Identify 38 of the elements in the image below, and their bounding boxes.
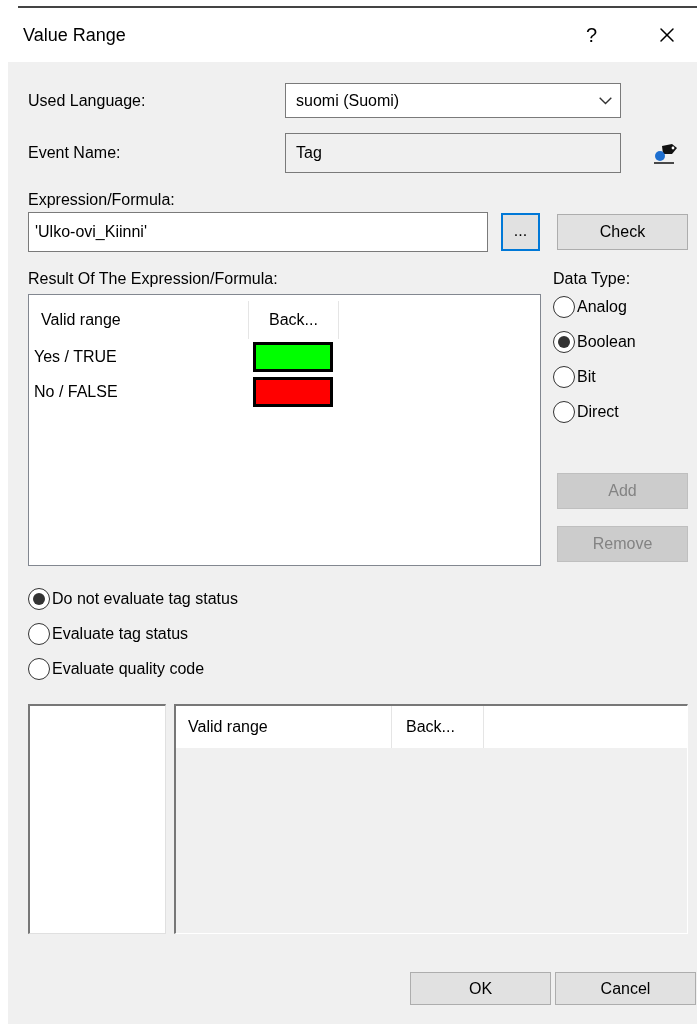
- radio-button[interactable]: [553, 295, 575, 318]
- column-header[interactable]: Back...: [392, 706, 484, 748]
- radio-label[interactable]: Direct: [577, 399, 619, 424]
- table-cell-text: Yes / TRUE: [33, 346, 118, 367]
- column-header[interactable]: Back...: [249, 301, 339, 339]
- field-label: Event Name:: [28, 143, 122, 163]
- window-title: Value Range: [23, 23, 126, 47]
- item-list[interactable]: [28, 704, 166, 934]
- cancel-button[interactable]: Cancel: [555, 972, 696, 1005]
- radio-label[interactable]: Evaluate tag status: [52, 621, 189, 646]
- table-cell-text: No / FALSE: [33, 381, 119, 402]
- radio-button[interactable]: [553, 400, 575, 423]
- column-header[interactable]: Valid range: [176, 706, 392, 748]
- result-list[interactable]: Valid range Back... Yes / TRUE No / FALSE: [28, 294, 541, 566]
- help-button[interactable]: ?: [585, 20, 597, 50]
- radio-label[interactable]: Boolean: [577, 329, 636, 354]
- language-dropdown[interactable]: suomi (Suomi): [285, 83, 621, 118]
- status-table[interactable]: Valid range Back...: [174, 704, 688, 934]
- ok-button[interactable]: OK: [410, 972, 551, 1005]
- radio-button[interactable]: [28, 657, 50, 680]
- chevron-down-icon: [599, 96, 612, 105]
- radio-button[interactable]: [553, 365, 575, 388]
- browse-button[interactable]: ...: [501, 213, 540, 251]
- field-label: Expression/Formula:: [28, 190, 176, 210]
- expression-field[interactable]: 'Ulko-ovi_Kiinni': [28, 212, 488, 252]
- radio-button[interactable]: [28, 622, 50, 645]
- section-label: Data Type:: [553, 269, 632, 289]
- field-label: Used Language:: [28, 90, 147, 111]
- tag-icon: [652, 142, 678, 164]
- check-button[interactable]: Check: [557, 214, 688, 250]
- radio-button[interactable]: [28, 587, 50, 610]
- column-header[interactable]: Valid range: [29, 301, 249, 339]
- radio-button[interactable]: [553, 330, 575, 353]
- radio-label[interactable]: Bit: [577, 364, 596, 389]
- radio-label[interactable]: Do not evaluate tag status: [52, 586, 238, 611]
- radio-label[interactable]: Evaluate quality code: [52, 656, 205, 681]
- section-label: Result Of The Expression/Formula:: [28, 269, 279, 289]
- radio-label[interactable]: Analog: [577, 294, 627, 319]
